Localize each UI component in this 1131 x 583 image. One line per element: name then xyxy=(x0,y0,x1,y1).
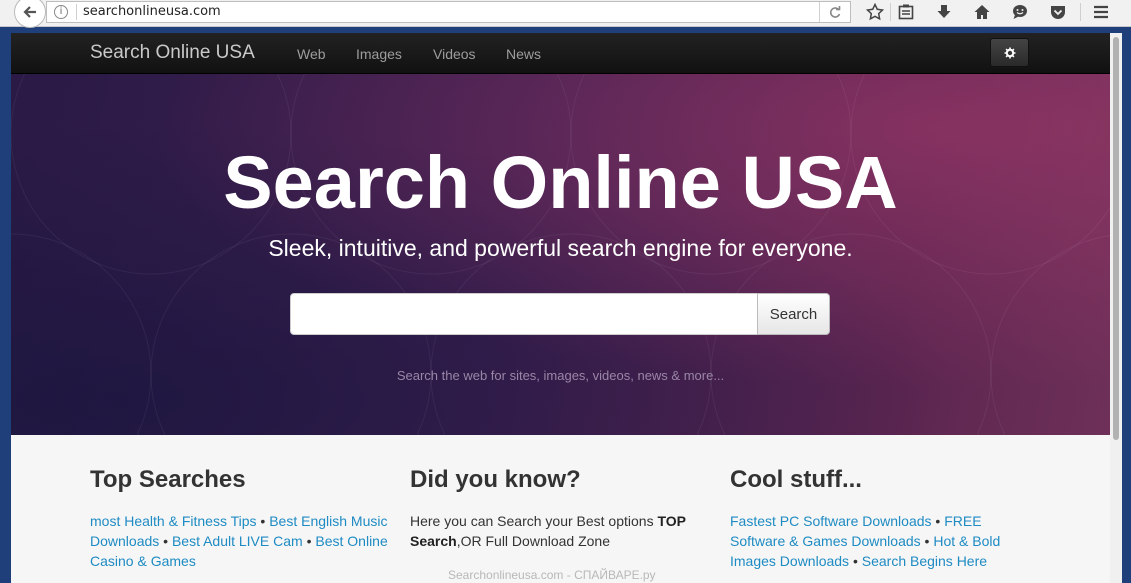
nav-link-videos[interactable]: Videos xyxy=(433,46,476,62)
reading-list-button[interactable] xyxy=(893,1,919,23)
back-button[interactable] xyxy=(14,0,46,28)
cool-stuff-link[interactable]: Fastest PC Software Downloads xyxy=(730,513,932,529)
url-bar[interactable]: i searchonlineusa.com xyxy=(46,1,851,23)
hamburger-menu-icon xyxy=(1094,5,1108,19)
chat-bubble-icon xyxy=(1013,5,1027,19)
site-info-icon[interactable]: i xyxy=(54,5,68,19)
hello-chat-button[interactable] xyxy=(1007,1,1033,23)
bullet-separator: • xyxy=(163,533,169,549)
search-hint-text: Search the web for sites, images, videos… xyxy=(396,368,725,383)
search-input[interactable] xyxy=(290,293,758,335)
scrollbar-thumb[interactable] xyxy=(1113,37,1119,440)
bullet-separator: • xyxy=(260,513,266,529)
top-searches-list: most Health & Fitness Tips • Best Englis… xyxy=(90,511,390,571)
bullet-separator: • xyxy=(306,533,312,549)
settings-button[interactable] xyxy=(990,38,1029,67)
hero-section: Search Online USA Sleek, intuitive, and … xyxy=(11,74,1110,435)
did-you-know-text: Here you can Search your Best options TO… xyxy=(410,511,700,551)
cool-stuff-link[interactable]: Search Begins Here xyxy=(862,553,987,569)
browser-toolbar: i searchonlineusa.com xyxy=(0,0,1131,28)
cool-stuff-list: Fastest PC Software Downloads • FREE Sof… xyxy=(730,511,1015,571)
cool-stuff-heading: Cool stuff... xyxy=(730,466,862,493)
top-search-link[interactable]: Best Adult LIVE Cam xyxy=(172,533,303,549)
home-icon xyxy=(974,5,990,19)
bullet-separator: • xyxy=(924,533,930,549)
did-you-know-heading: Did you know? xyxy=(410,466,581,493)
top-search-link[interactable]: most Health & Fitness Tips xyxy=(90,513,257,529)
vertical-scrollbar[interactable] xyxy=(1110,33,1122,583)
site-brand[interactable]: Search Online USA xyxy=(90,42,255,64)
hero-title: Search Online USA xyxy=(223,141,898,224)
bullet-separator: • xyxy=(935,513,941,529)
downloads-button[interactable] xyxy=(931,1,957,23)
reload-button[interactable] xyxy=(819,2,850,22)
reload-icon xyxy=(829,6,841,18)
did-you-know-text-part: ,OR Full Download Zone xyxy=(456,533,610,549)
hero-subtitle: Sleek, intuitive, and powerful search en… xyxy=(268,235,853,261)
top-searches-heading: Top Searches xyxy=(90,466,246,493)
clipboard-icon xyxy=(898,4,914,20)
nav-link-images[interactable]: Images xyxy=(356,46,402,62)
bullet-separator: • xyxy=(852,553,858,569)
did-you-know-text-part: Here you can Search your Best options xyxy=(410,513,658,529)
home-button[interactable] xyxy=(969,1,995,23)
nav-link-news[interactable]: News xyxy=(506,46,541,62)
search-button[interactable]: Search xyxy=(757,293,830,335)
star-icon xyxy=(866,3,884,21)
menu-button[interactable] xyxy=(1088,1,1114,23)
nav-link-web[interactable]: Web xyxy=(297,46,326,62)
page-viewport: Search Online USA Web Images Videos News… xyxy=(11,33,1110,583)
gear-icon xyxy=(1004,47,1015,58)
pocket-button[interactable] xyxy=(1045,1,1071,23)
bookmark-star-button[interactable] xyxy=(862,1,888,23)
pocket-icon xyxy=(1051,6,1065,19)
download-arrow-icon xyxy=(937,5,951,18)
back-arrow-icon xyxy=(23,6,36,18)
watermark: Searchonlineusa.com - СПАЙВАРЕ.ру xyxy=(448,568,656,582)
url-text[interactable]: searchonlineusa.com xyxy=(76,4,221,20)
site-navbar: Search Online USA Web Images Videos News xyxy=(11,33,1110,74)
